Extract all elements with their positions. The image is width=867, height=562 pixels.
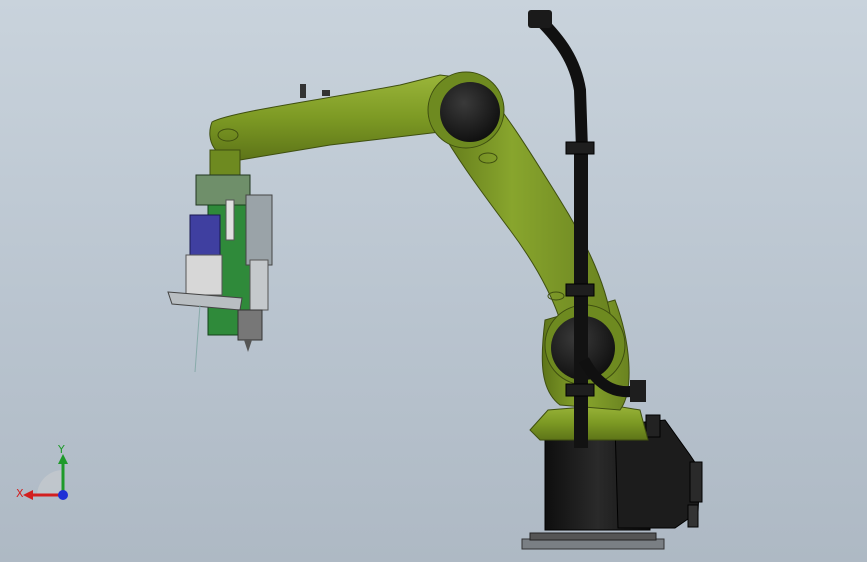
cad-viewport[interactable]: X Y <box>0 0 867 562</box>
base-plate <box>521 532 665 550</box>
x-axis-label: X <box>16 487 24 500</box>
elbow-joint <box>427 71 505 149</box>
laser-head <box>167 174 273 373</box>
y-axis-label: Y <box>58 443 65 456</box>
robot-model[interactable] <box>0 0 867 562</box>
z-axis-dot <box>58 490 68 500</box>
axis-triad <box>23 454 68 500</box>
